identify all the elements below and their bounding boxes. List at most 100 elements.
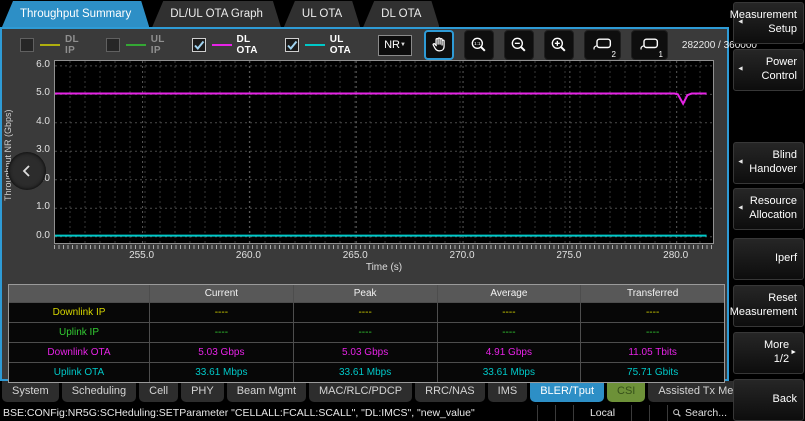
arrow-left-icon: ◄ [737, 19, 744, 28]
search-placeholder: Search... [685, 407, 727, 419]
zoom-in-button[interactable] [544, 30, 574, 60]
bottom-tab-csi[interactable]: CSI [607, 381, 645, 402]
checkbox-dl-ota[interactable] [192, 38, 206, 52]
y-tick-label: 0.0 [36, 230, 50, 241]
softkey-back[interactable]: Back [733, 379, 804, 421]
status-cell [537, 405, 555, 421]
x-tick-label: 270.0 [450, 250, 475, 261]
softkey-label: Iperf [775, 252, 797, 266]
local-mode-indicator: Local [573, 405, 631, 421]
y-tick-label: 5.0 [36, 87, 50, 98]
bottom-tab-system[interactable]: System [2, 381, 59, 402]
rat-selector-value: NR [384, 39, 400, 51]
legend-line-ul-ota [305, 44, 325, 46]
search-input[interactable]: Search... [667, 405, 729, 421]
series-dl-ota [55, 94, 707, 104]
softkey-measurement-setup[interactable]: Measurement Setup◄ [733, 2, 804, 44]
rat-selector-dropdown[interactable]: NR ▼ [378, 35, 412, 56]
softkey-blind-handover[interactable]: Blind Handover◄ [733, 142, 804, 184]
table-value: 11.05 Tbits [581, 343, 724, 362]
softkey-label: Power Control [746, 56, 797, 84]
table-value: ---- [581, 303, 724, 322]
chart-plot-area[interactable] [54, 60, 714, 244]
bottom-tab-cell[interactable]: Cell [139, 381, 178, 402]
softkey-resource-allocation[interactable]: Resource Allocation◄ [733, 188, 804, 230]
legend-label-dl-ota: DL OTA [237, 34, 258, 56]
bottom-tab-ims[interactable]: IMS [488, 381, 528, 402]
bottom-tab-rrc-nas[interactable]: RRC/NAS [415, 381, 485, 402]
bottom-tab-phy[interactable]: PHY [181, 381, 224, 402]
tab-dl-ota[interactable]: DL OTA [363, 1, 439, 27]
bottom-tab-mac-rlc-pdcp[interactable]: MAC/RLC/PDCP [309, 381, 412, 402]
legend-label-dl-ip: DL IP [65, 34, 79, 56]
table-value: ---- [150, 303, 293, 322]
table-row-label-uplink-ip: Uplink IP [9, 323, 149, 342]
top-tab-bar: Throughput SummaryDL/UL OTA GraphUL OTAD… [0, 0, 729, 27]
softkey-label: Reset Measurement [730, 292, 797, 320]
table-value: ---- [581, 323, 724, 342]
table-value: 4.91 Gbps [438, 343, 581, 362]
legend-label-ul-ip: UL IP [151, 34, 165, 56]
arrow-right-icon: ► [790, 349, 797, 358]
bottom-tab-scheduling[interactable]: Scheduling [62, 381, 136, 402]
legend-line-dl-ota [212, 44, 232, 46]
arrow-left-icon: ◄ [737, 66, 744, 75]
softkey-more-1-2[interactable]: More 1/2► [733, 332, 804, 374]
zoom-in-icon [549, 35, 569, 55]
x-axis-ticks: 255.0260.0265.0270.0275.0280.0 [54, 250, 714, 262]
pan-button[interactable] [424, 30, 454, 60]
table-value: ---- [150, 323, 293, 342]
softkey-label: Back [773, 393, 797, 407]
table-header-blank [9, 285, 149, 302]
softkey-label: More 1/2 [746, 339, 789, 367]
arrow-left-icon: ◄ [737, 159, 744, 168]
zoom-1to1-icon: 1:1 [469, 35, 489, 55]
x-tick-label: 280.0 [663, 250, 688, 261]
search-icon [672, 408, 682, 418]
svg-text:1:1: 1:1 [474, 41, 481, 46]
table-header-peak: Peak [294, 285, 437, 302]
table-value: 33.61 Mbps [438, 363, 581, 382]
table-header-average: Average [438, 285, 581, 302]
x-tick-label: 265.0 [343, 250, 368, 261]
marker-1-button[interactable]: 1 [631, 30, 668, 60]
throughput-table: CurrentPeakAverageTransferredDownlink IP… [8, 284, 725, 383]
marker-2-button[interactable]: 2 [584, 30, 621, 60]
status-cell [649, 405, 667, 421]
softkey-reset-measurement[interactable]: Reset Measurement [733, 285, 804, 327]
softkey-power-control[interactable]: Power Control◄ [733, 49, 804, 91]
table-value: ---- [294, 323, 437, 342]
softkey-column: Measurement Setup◄Power Control◄Blind Ha… [733, 0, 804, 421]
legend-toolbar-row: DL IPUL IPDL OTAUL OTA NR ▼ [2, 29, 727, 61]
table-value: 75.71 Gbits [581, 363, 724, 382]
x-tick-label: 275.0 [556, 250, 581, 261]
table-value: ---- [438, 303, 581, 322]
x-axis-title: Time (s) [54, 262, 714, 273]
collapse-panel-button[interactable] [8, 152, 46, 190]
marker-2-digit: 2 [611, 50, 615, 59]
legend-item-ul-ip: UL IP [106, 34, 165, 56]
tab-throughput-summary[interactable]: Throughput Summary [2, 1, 149, 27]
table-value: 5.03 Gbps [150, 343, 293, 362]
main-panel: Throughput SummaryDL/UL OTA GraphUL OTAD… [0, 0, 729, 421]
legend-line-ul-ip [126, 44, 146, 46]
legend: DL IPUL IPDL OTAUL OTA [20, 34, 378, 56]
chevron-left-icon [19, 163, 35, 179]
zoom-out-icon [509, 35, 529, 55]
bottom-tab-bler-tput[interactable]: BLER/Tput [530, 381, 604, 402]
bottom-tab-beam-mgmt[interactable]: Beam Mgmt [227, 381, 306, 402]
table-value: ---- [438, 323, 581, 342]
table-row-label-uplink-ota: Uplink OTA [9, 363, 149, 382]
table-row-label-downlink-ip: Downlink IP [9, 303, 149, 322]
tab-dl-ul-ota-graph[interactable]: DL/UL OTA Graph [152, 1, 281, 27]
checkbox-ul-ota[interactable] [285, 38, 299, 52]
softkey-label: Blind Handover [746, 149, 797, 177]
legend-item-dl-ota: DL OTA [192, 34, 258, 56]
softkey-iperf[interactable]: Iperf [733, 238, 804, 280]
checkbox-ul-ip[interactable] [106, 38, 120, 52]
zoom-1to1-button[interactable]: 1:1 [464, 30, 494, 60]
tab-ul-ota[interactable]: UL OTA [284, 1, 360, 27]
zoom-out-button[interactable] [504, 30, 534, 60]
y-tick-label: 3.0 [36, 144, 50, 155]
status-cell [555, 405, 573, 421]
